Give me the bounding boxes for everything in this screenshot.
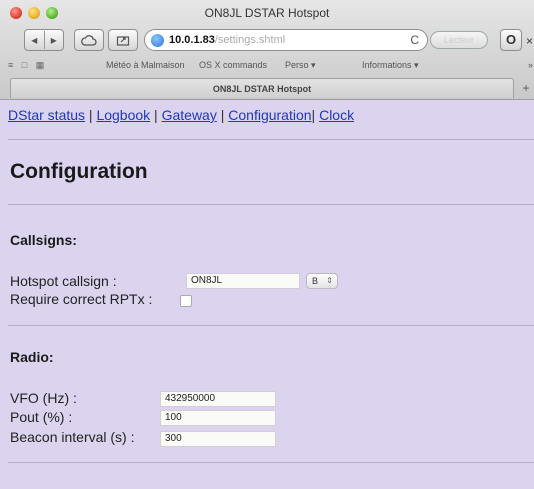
beacon-interval-input[interactable]: 300 [160, 431, 276, 447]
url-host: 10.0.1.83 [169, 34, 215, 46]
browser-toolbar: ◂ ▸ 10.0.1.83 /settings.shtml C Lecteur … [0, 26, 534, 56]
bookmark-informations[interactable]: Informations ▾ [362, 60, 419, 71]
nav-separator: | [150, 107, 162, 123]
pout-input[interactable]: 100 [160, 410, 276, 426]
tab-hotspot[interactable]: ON8JL DSTAR Hotspot [10, 78, 514, 98]
tab-bar: ON8JL DSTAR Hotspot + [0, 76, 534, 100]
divider [8, 462, 534, 463]
nav-link-logbook[interactable]: Logbook [96, 107, 150, 123]
window-title: ON8JL DSTAR Hotspot [204, 6, 330, 20]
extension-o-button[interactable]: O [500, 29, 522, 51]
nav-link-configuration[interactable]: Configuration [228, 107, 311, 123]
url-path: /settings.shtml [214, 34, 286, 46]
address-bar[interactable]: 10.0.1.83 /settings.shtml C [144, 29, 428, 51]
divider [8, 204, 534, 205]
require-rptx-label: Require correct RPTx : [10, 291, 153, 307]
nav-link-clock[interactable]: Clock [319, 107, 354, 123]
nav-separator: | [311, 107, 320, 123]
reload-icon[interactable]: C [410, 33, 419, 47]
cloud-icon [81, 35, 97, 46]
title-bar: ON8JL DSTAR Hotspot [0, 0, 534, 26]
divider [8, 139, 534, 140]
nav-separator: | [85, 107, 97, 123]
nav-separator: | [216, 107, 229, 123]
extension-close-icon[interactable]: × [526, 34, 533, 48]
reader-button[interactable]: Lecteur [430, 31, 488, 49]
section-heading-callsigns: Callsigns: [10, 232, 77, 248]
pout-label: Pout (%) : [10, 409, 73, 425]
nav-link-dstar-status[interactable]: DStar status [8, 107, 85, 123]
globe-icon [151, 33, 164, 47]
bookmarks-overflow-icon[interactable]: » [528, 60, 533, 70]
divider [8, 325, 534, 326]
back-forward-buttons: ◂ ▸ [24, 29, 64, 51]
share-button[interactable] [108, 29, 138, 51]
forward-arrow-icon[interactable]: ▸ [44, 33, 63, 47]
select-arrows-icon: ⇕ [326, 276, 333, 285]
callsign-suffix-value: B [312, 276, 319, 286]
new-tab-icon[interactable]: + [518, 80, 534, 96]
top-navigation: DStar status | Logbook | Gateway | Confi… [8, 107, 354, 123]
bookmark-meteo[interactable]: Météo à Malmaison [106, 60, 185, 70]
bookmark-tools-icons[interactable]: ≡ □ ▦ [8, 60, 47, 71]
back-arrow-icon[interactable]: ◂ [25, 33, 44, 47]
hotspot-callsign-label: Hotspot callsign : [10, 273, 117, 289]
page-title: Configuration [10, 160, 148, 183]
section-heading-radio: Radio: [10, 349, 54, 365]
bookmark-osx-commands[interactable]: OS X commands [199, 60, 267, 70]
share-icon [116, 36, 130, 46]
nav-link-gateway[interactable]: Gateway [162, 107, 217, 123]
require-rptx-checkbox[interactable] [180, 295, 192, 307]
hotspot-callsign-input[interactable]: ON8JL [186, 273, 300, 289]
bookmark-perso[interactable]: Perso ▾ [285, 60, 316, 71]
callsign-suffix-select[interactable]: B ⇕ [306, 273, 338, 289]
vfo-label: VFO (Hz) : [10, 390, 77, 406]
icloud-tabs-button[interactable] [74, 29, 104, 51]
browser-chrome: ON8JL DSTAR Hotspot ◂ ▸ 10.0.1.83 /setti… [0, 0, 534, 100]
beacon-interval-label: Beacon interval (s) : [10, 429, 135, 445]
page-content: DStar status | Logbook | Gateway | Confi… [0, 100, 534, 489]
vfo-input[interactable]: 432950000 [160, 391, 276, 407]
bookmarks-bar: ≡ □ ▦ Météo à Malmaison OS X commands Pe… [0, 56, 534, 76]
